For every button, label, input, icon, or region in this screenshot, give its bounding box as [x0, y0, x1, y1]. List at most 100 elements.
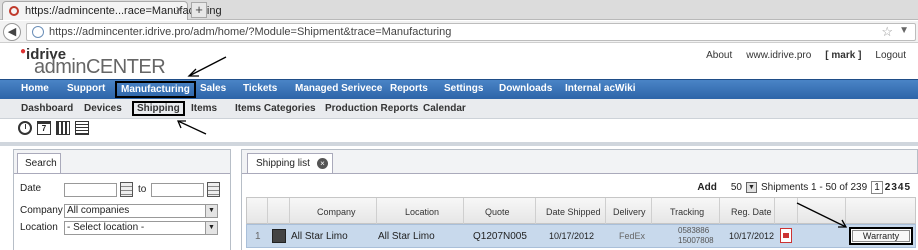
arrow-to-shipping: [177, 120, 207, 135]
column-header-location[interactable]: Location: [405, 207, 439, 217]
close-icon[interactable]: ×: [317, 158, 328, 169]
search-form: Date to Company All companies ▼ Location…: [14, 173, 230, 250]
page-size-value[interactable]: 50: [731, 182, 742, 193]
subnav-items[interactable]: Items: [191, 103, 217, 114]
page-link[interactable]: 2: [885, 182, 891, 193]
warranty-button[interactable]: Warranty: [849, 227, 913, 245]
url-field[interactable]: https://admincenter.idrive.pro/adm/home/…: [26, 23, 916, 41]
cell-company: All Star Limo: [291, 231, 348, 242]
column-separator: [267, 198, 268, 225]
close-tab-icon[interactable]: ×: [176, 4, 182, 16]
page-link[interactable]: 3: [891, 182, 897, 193]
pager: Add 50 ▼ Shipments 1 - 50 of 239 1 2 3 4…: [697, 181, 910, 194]
cell-reg-date: 10/17/2012: [729, 231, 775, 241]
calculator-icon[interactable]: [56, 121, 70, 135]
column-separator: [463, 198, 464, 225]
pdf-icon[interactable]: [780, 228, 792, 243]
nav-tickets[interactable]: Tickets: [243, 83, 277, 94]
warranty-button-label: Warranty: [852, 230, 910, 242]
user-link[interactable]: [ mark ]: [825, 50, 861, 61]
list-icon[interactable]: [75, 121, 89, 135]
toolbar: 7: [18, 121, 89, 137]
cell-date-shipped: 10/17/2012: [549, 231, 595, 241]
divider: [0, 142, 918, 146]
column-separator: [719, 198, 720, 225]
cell-tracking-2: 15007808: [678, 236, 714, 245]
column-header-date-shipped[interactable]: Date Shipped: [546, 207, 601, 217]
browser-tab-bar: https://admincente...race=Manufacturing …: [0, 0, 918, 20]
to-label: to: [138, 184, 147, 195]
logout-link[interactable]: Logout: [875, 50, 906, 61]
nav-settings[interactable]: Settings: [444, 83, 483, 94]
page-link[interactable]: 1: [871, 181, 883, 194]
new-tab-button[interactable]: +: [191, 2, 207, 18]
cell-delivery: FedEx: [619, 231, 646, 241]
chevron-down-icon[interactable]: ▼: [899, 25, 909, 36]
page-link[interactable]: 5: [904, 182, 910, 193]
nav-internal-acwiki[interactable]: Internal acWiki: [565, 83, 636, 94]
nav-manufacturing[interactable]: Manufacturing: [115, 81, 196, 98]
website-link[interactable]: www.idrive.pro: [746, 50, 811, 61]
company-select-value: All companies: [67, 205, 130, 216]
url-text: https://admincenter.idrive.pro/adm/home/…: [49, 26, 452, 38]
range-text: Shipments 1 - 50 of 239: [761, 182, 868, 193]
column-header-tracking[interactable]: Tracking: [670, 207, 704, 217]
address-bar: ◀ https://admincenter.idrive.pro/adm/hom…: [0, 21, 918, 43]
date-from-input[interactable]: [64, 183, 117, 197]
about-link[interactable]: About: [706, 50, 732, 61]
back-button[interactable]: ◀: [3, 23, 21, 41]
column-header-reg-date[interactable]: Reg. Date: [731, 207, 772, 217]
company-select[interactable]: All companies ▼: [64, 204, 218, 218]
subnav-devices[interactable]: Devices: [84, 103, 122, 114]
add-button[interactable]: Add: [697, 182, 716, 193]
nav-sales[interactable]: Sales: [200, 83, 226, 94]
chevron-down-icon[interactable]: ▼: [746, 182, 757, 193]
subnav-production-reports[interactable]: Production Reports: [325, 103, 418, 114]
column-header-company[interactable]: Company: [317, 207, 356, 217]
column-separator: [797, 198, 798, 225]
sub-nav: Dashboard Devices Shipping Items Items C…: [0, 99, 918, 119]
column-separator: [845, 198, 846, 225]
chevron-down-icon: ▼: [205, 205, 217, 217]
nav-home[interactable]: Home: [21, 83, 49, 94]
date-label: Date: [20, 183, 42, 194]
calendar-picker-icon[interactable]: [207, 182, 220, 197]
subnav-calendar[interactable]: Calendar: [423, 103, 466, 114]
chevron-down-icon: ▼: [205, 222, 217, 234]
subnav-shipping[interactable]: Shipping: [132, 101, 185, 116]
browser-tab[interactable]: https://admincente...race=Manufacturing …: [2, 1, 222, 20]
tab-shipping-list[interactable]: Shipping list ×: [247, 153, 333, 173]
subnav-dashboard[interactable]: Dashboard: [21, 103, 73, 114]
row-number: 1: [255, 231, 261, 242]
tab-search[interactable]: Search: [17, 153, 61, 173]
table-row[interactable]: 1 All Star Limo All Star Limo Q1207N005 …: [246, 224, 916, 248]
nav-managed-service[interactable]: Managed Serivece: [295, 83, 382, 94]
table-header: Company Location Quote Date Shipped Deli…: [246, 197, 916, 225]
logo-product: adminCENTER: [34, 56, 166, 78]
column-separator: [535, 198, 536, 225]
page-link[interactable]: 4: [898, 182, 904, 193]
column-separator: [774, 198, 775, 225]
column-header-quote[interactable]: Quote: [485, 207, 510, 217]
location-select[interactable]: - Select location - ▼: [64, 221, 218, 235]
location-label: Location: [20, 222, 58, 233]
top-links: About www.idrive.pro [ mark ] Logout: [706, 50, 906, 61]
company-label: Company: [20, 205, 63, 216]
nav-reports[interactable]: Reports: [390, 83, 428, 94]
nav-downloads[interactable]: Downloads: [499, 83, 552, 94]
calendar-icon[interactable]: 7: [37, 121, 51, 135]
column-separator: [376, 198, 377, 225]
clock-icon[interactable]: [18, 121, 32, 135]
main-nav: Home Support Manufacturing Sales Tickets…: [0, 79, 918, 99]
cell-location: All Star Limo: [378, 231, 435, 242]
date-to-input[interactable]: [151, 183, 204, 197]
arrow-head: [177, 120, 186, 129]
calendar-picker-icon[interactable]: [120, 182, 133, 197]
cell-tracking-1: 0583886: [678, 226, 710, 235]
bookmark-star-icon[interactable]: ☆: [881, 24, 893, 40]
row-select-checkbox[interactable]: [272, 229, 286, 243]
column-header-delivery[interactable]: Delivery: [613, 207, 646, 217]
nav-support[interactable]: Support: [67, 83, 105, 94]
subnav-items-categories[interactable]: Items Categories: [235, 103, 316, 114]
cell-quote: Q1207N005: [473, 231, 527, 242]
